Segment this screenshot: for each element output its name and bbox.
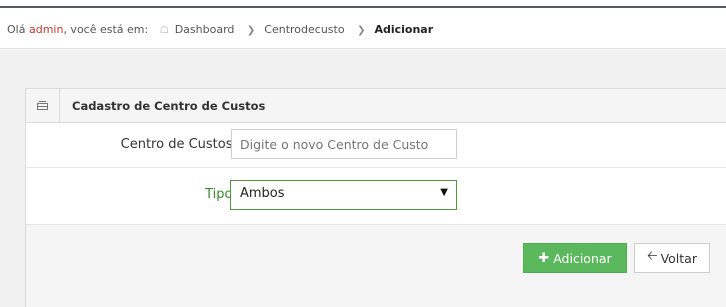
main-content: Cadastro de Centro de Custos Centro de C…: [0, 50, 726, 307]
greeting-text: Olá: [7, 23, 26, 36]
tipo-selected-value: Ambos: [240, 186, 285, 201]
panel-title: Cadastro de Centro de Custos: [72, 98, 266, 113]
tipo-select[interactable]: Ambos ▼: [230, 180, 457, 210]
back-button-label: Voltar: [660, 250, 697, 266]
home-icon: ☖: [159, 25, 169, 36]
breadcrumb-bar: Olá admin, você está em: ☖ Dashboard ❯ Cen…: [0, 9, 726, 49]
dropdown-arrow-icon: ▼: [440, 187, 448, 198]
breadcrumb-dashboard[interactable]: Dashboard: [175, 23, 235, 36]
chevron-right-icon: ❯: [357, 25, 366, 36]
form-actions: ✚ Adicionar 🡠 Voltar: [26, 225, 726, 307]
panel-header: Cadastro de Centro de Custos: [26, 88, 726, 123]
breadcrumb: Olá admin, você está em: ☖ Dashboard ❯ Cen…: [7, 23, 433, 36]
top-border: [0, 6, 726, 8]
username-link[interactable]: admin: [29, 23, 63, 36]
add-button-label: Adicionar: [553, 250, 612, 266]
chevron-right-icon: ❯: [246, 25, 256, 36]
plus-icon: ✚: [538, 250, 550, 266]
back-button[interactable]: 🡠 Voltar: [634, 243, 710, 273]
centro-row: Centro de Custos*: [26, 123, 726, 168]
form-panel: Cadastro de Centro de Custos Centro de C…: [25, 88, 726, 307]
breadcrumb-centrodecusto[interactable]: Centrodecusto: [264, 23, 344, 36]
centro-label: Centro de Custos*: [120, 137, 239, 152]
arrow-left-icon: 🡠: [647, 249, 658, 264]
tipo-row: Tipo* Ambos ▼: [26, 168, 726, 225]
add-button[interactable]: ✚ Adicionar: [523, 243, 627, 273]
centro-de-custo-input[interactable]: [231, 129, 457, 159]
location-text: , você está em:: [63, 23, 149, 36]
form-icon: [26, 88, 60, 123]
breadcrumb-current: Adicionar: [374, 23, 434, 36]
